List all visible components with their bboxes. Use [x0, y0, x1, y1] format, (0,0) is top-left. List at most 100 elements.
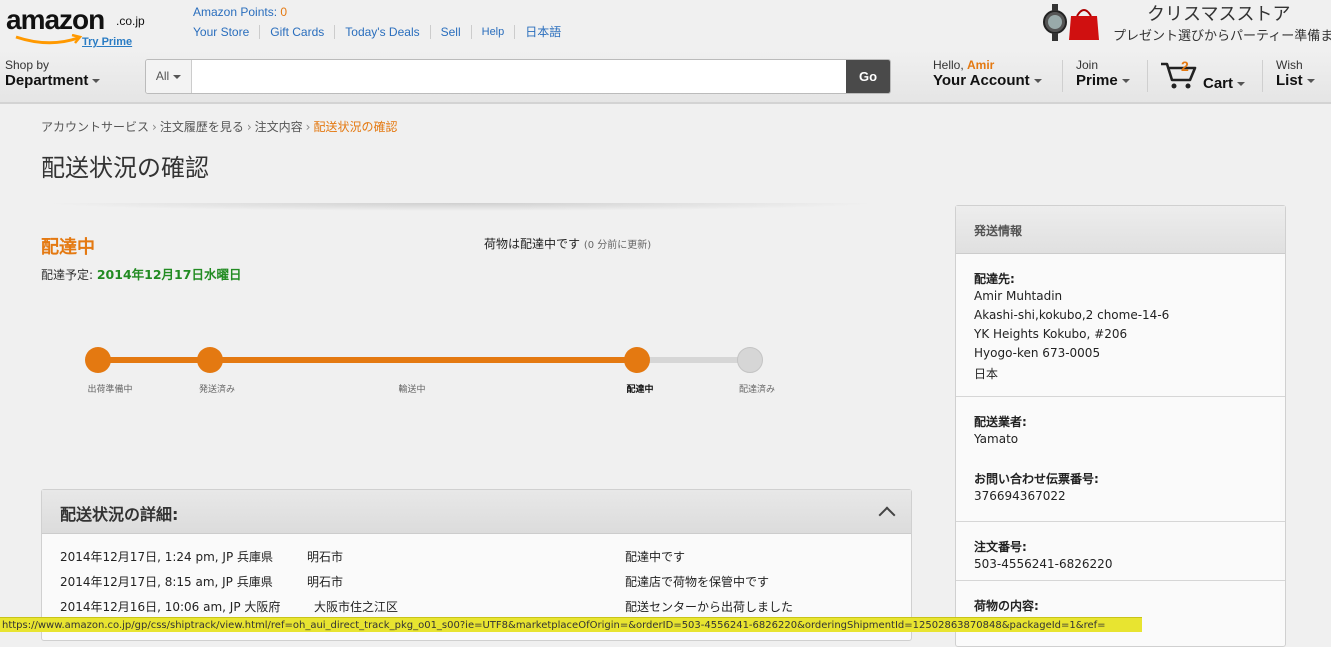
search-bar: All Go: [145, 59, 891, 94]
your-store-link[interactable]: Your Store: [193, 25, 259, 39]
shipment-progress-tracker: 出荷準備中 発送済み 輸送中 配達中 配達済み: [85, 345, 785, 405]
progress-bar-remaining: [638, 357, 750, 363]
stage-label-delivered: 配達済み: [738, 385, 776, 395]
wish-list-button[interactable]: Wish List: [1276, 58, 1315, 89]
event-time: 2014年12月17日, 1:24 pm, JP 兵庫県: [60, 550, 273, 564]
carrier-block: 配送業者: Yamato お問い合わせ伝票番号: 376694367022: [956, 397, 1285, 522]
stage-label-in-transit: 輸送中: [398, 385, 426, 395]
stage-dot-delivered: [737, 347, 763, 373]
top-bar: amazon .co.jp Try Prime Amazon Points: 0…: [0, 0, 1331, 50]
sell-link[interactable]: Sell: [429, 25, 471, 39]
tracking-event-row: 2014年12月17日, 8:15 am, JP 兵庫県 明石市 配達店で荷物を…: [60, 573, 769, 590]
browser-status-url: https://www.amazon.co.jp/gp/css/shiptrac…: [0, 617, 1142, 632]
cart-icon: [1161, 62, 1197, 89]
page-title: 配送状況の確認: [41, 154, 209, 182]
stage-dot-out-for-delivery: [624, 347, 650, 373]
breadcrumb-separator: ›: [152, 120, 157, 134]
shipping-info-header: 発送情報: [956, 206, 1285, 254]
list-label: List: [1276, 72, 1303, 89]
caret-down-icon: [1033, 79, 1042, 84]
top-links: Your Store Gift Cards Today's Deals Sell…: [193, 25, 571, 39]
order-number[interactable]: 503-4556241-6826220: [974, 557, 1112, 571]
breadcrumb-separator: ›: [305, 120, 311, 134]
carrier-label: 配送業者:: [974, 415, 1027, 429]
nav-divider: [1262, 60, 1263, 92]
breadcrumb-order-history[interactable]: 注文履歴を見る: [160, 120, 244, 134]
ship-to-block: 配達先: Amir Muhtadin Akashi-shi,kokubo,2 c…: [956, 254, 1285, 397]
carrier-name: Yamato: [974, 432, 1019, 446]
tracking-number: 376694367022: [974, 489, 1066, 503]
logo-tld: .co.jp: [116, 14, 145, 28]
stage-dot-shipped: [197, 347, 223, 373]
logo-wordmark: amazon: [6, 4, 105, 35]
tracking-event-row: 2014年12月17日, 1:24 pm, JP 兵庫県 明石市 配達中です: [60, 548, 685, 565]
cart-count: 2: [1181, 58, 1189, 74]
amazon-points[interactable]: Amazon Points: 0: [193, 5, 287, 19]
promo-subtitle: プレゼント選びからパーティー準備まで: [1113, 29, 1331, 44]
prime-label: Prime: [1076, 72, 1118, 89]
join-label: Join: [1076, 58, 1099, 72]
nav-divider: [1062, 60, 1063, 92]
tracking-event-row: 2014年12月16日, 10:06 am, JP 大阪府 大阪市住之江区 配送…: [60, 598, 793, 615]
go-button[interactable]: Go: [846, 60, 890, 93]
stage-label-shipped: 発送済み: [198, 385, 236, 395]
tracking-number-label: お問い合わせ伝票番号:: [974, 472, 1099, 486]
caret-down-icon: [1237, 82, 1246, 87]
event-time: 2014年12月17日, 8:15 am, JP 兵庫県: [60, 575, 273, 589]
progress-bar-complete: [98, 357, 638, 363]
eta-date: 2014年12月17日水曜日: [96, 267, 242, 282]
help-link[interactable]: Help: [470, 25, 515, 39]
shipment-status-heading: 配達中: [41, 237, 95, 258]
event-city: 明石市: [307, 575, 344, 589]
christmas-promo-banner[interactable]: クリスマスストア プレゼント選びからパーティー準備まで: [1041, 0, 1331, 45]
gift-cards-link[interactable]: Gift Cards: [259, 25, 334, 39]
package-contents-label: 荷物の内容:: [974, 599, 1039, 613]
breadcrumb: アカウントサービス › 注文履歴を見る › 注文内容 › 配送状況の確認: [41, 118, 398, 135]
your-account-button[interactable]: Hello, Amir Your Account: [933, 58, 1042, 89]
caret-down-icon: [1121, 79, 1130, 84]
event-city: 明石市: [307, 550, 344, 564]
wish-label: Wish: [1276, 58, 1303, 72]
points-label: Amazon Points:: [193, 5, 281, 19]
user-name: Amir: [967, 58, 995, 72]
package-message-text: 荷物は配達中です: [484, 237, 581, 251]
breadcrumb-current: 配送状況の確認: [313, 120, 398, 134]
try-prime-link[interactable]: Try Prime: [82, 36, 132, 48]
your-account-label: Your Account: [933, 72, 1030, 89]
todays-deals-link[interactable]: Today's Deals: [334, 25, 429, 39]
caret-down-icon: [1306, 79, 1315, 84]
amazon-logo[interactable]: amazon .co.jp Try Prime: [6, 4, 146, 48]
last-updated: (0 分前に更新): [583, 240, 652, 251]
tracking-details-header[interactable]: 配送状況の詳細:: [42, 490, 911, 534]
package-contents-block: 荷物の内容:: [956, 581, 1285, 641]
ship-to-label: 配達先:: [974, 272, 1015, 286]
breadcrumb-order-details[interactable]: 注文内容: [255, 120, 303, 134]
order-number-block: 注文番号: 503-4556241-6826220: [956, 522, 1285, 581]
chevron-up-icon[interactable]: [878, 506, 896, 524]
nav-divider: [1147, 60, 1148, 92]
ship-to-address-line: Akashi-shi,kokubo,2 chome-14-6: [974, 308, 1170, 322]
search-input[interactable]: [193, 60, 843, 93]
smile-arrow-icon: [15, 34, 83, 45]
japanese-language-link[interactable]: 日本語: [514, 25, 571, 39]
eta-label: 配達予定:: [41, 268, 97, 282]
search-category-label: All: [155, 69, 170, 83]
watch-and-bag-icon: [1043, 4, 1099, 41]
breadcrumb-separator: ›: [246, 120, 252, 134]
ship-to-address-line: Hyogo-ken 673-0005: [974, 346, 1101, 360]
ship-to-address-line: YK Heights Kokubo, #206: [974, 327, 1128, 341]
promo-title: クリスマスストア: [1147, 4, 1291, 25]
event-description: 配達店で荷物を保管中です: [625, 575, 770, 589]
join-prime-button[interactable]: Join Prime: [1076, 58, 1130, 89]
shop-by-department-button[interactable]: Shop by Department: [5, 58, 101, 89]
department-label: Department: [5, 72, 89, 89]
event-description: 配送センターから出荷しました: [625, 600, 794, 614]
ship-to-country: 日本: [974, 367, 999, 381]
search-category-dropdown[interactable]: All: [146, 60, 192, 93]
ship-to-name: Amir Muhtadin: [974, 289, 1063, 303]
shipping-info-title: 発送情報: [974, 224, 1023, 238]
breadcrumb-account-service[interactable]: アカウントサービス: [41, 120, 149, 134]
event-description: 配達中です: [625, 550, 686, 564]
event-city: 大阪市住之江区: [314, 600, 399, 614]
stage-label-preparing: 出荷準備中: [87, 385, 133, 395]
